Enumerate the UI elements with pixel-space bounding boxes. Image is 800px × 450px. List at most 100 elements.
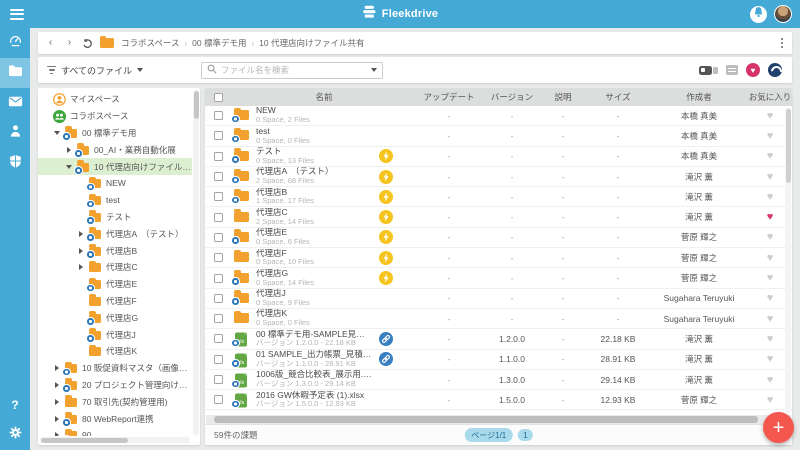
favorite-heart-icon[interactable]: ♥ xyxy=(767,374,774,386)
tree-item[interactable]: 代理店E xyxy=(38,276,192,293)
tree-item[interactable]: 代理店J xyxy=(38,326,192,343)
list-view-icon[interactable] xyxy=(726,65,738,75)
table-row[interactable]: 代理店F0 Space, 10 Files----菅原 輝之♥ xyxy=(205,248,792,268)
favorites-filter-icon[interactable]: ♥ xyxy=(746,63,760,77)
tree-item[interactable]: 90 … xyxy=(38,427,192,436)
row-checkbox[interactable] xyxy=(214,111,223,120)
rail-item-users[interactable] xyxy=(0,118,30,148)
item-name[interactable]: 代理店G xyxy=(256,269,373,279)
row-checkbox[interactable] xyxy=(214,131,223,140)
favorite-heart-icon[interactable]: ♥ xyxy=(767,313,774,325)
favorite-heart-icon[interactable]: ♥ xyxy=(767,292,774,304)
rail-item-mail[interactable] xyxy=(0,88,30,118)
file-filter-dropdown[interactable]: すべてのファイル xyxy=(47,64,143,77)
table-row[interactable]: 代理店B1 Space, 17 Files----滝沢 薫♥ xyxy=(205,187,792,207)
table-row[interactable]: test0 Space, 0 Files----本橋 真美♥ xyxy=(205,126,792,146)
favorite-heart-icon[interactable]: ♥ xyxy=(767,110,774,122)
favorite-heart-icon[interactable]: ♥ xyxy=(767,353,774,365)
tree-item[interactable]: test xyxy=(38,192,192,209)
favorite-heart-icon[interactable]: ♥ xyxy=(767,150,774,162)
item-name[interactable]: 00 標準デモ用-SAMPLE見積書.xlsx xyxy=(256,330,373,340)
item-name[interactable]: 代理店J xyxy=(256,289,373,299)
rail-item-settings[interactable] xyxy=(0,420,30,450)
add-button[interactable]: + xyxy=(763,412,794,443)
item-name[interactable]: テスト xyxy=(256,147,373,157)
page-number-button[interactable]: 1 xyxy=(518,429,532,441)
row-checkbox[interactable] xyxy=(214,395,223,404)
row-checkbox[interactable] xyxy=(214,355,223,364)
table-row[interactable]: 代理店C2 Space, 14 Files----滝沢 薫♥ xyxy=(205,207,792,227)
row-checkbox[interactable] xyxy=(214,192,223,201)
rail-item-help[interactable]: ? xyxy=(0,390,30,420)
table-horizontal-scrollbar[interactable] xyxy=(206,415,791,424)
table-row[interactable]: 代理店G0 Space, 14 Files----菅原 輝之♥ xyxy=(205,268,792,288)
card-view-toggle-icon[interactable] xyxy=(699,66,719,75)
breadcrumb-segment[interactable]: 00 標準デモ用 xyxy=(192,37,246,49)
table-row[interactable]: 代理店K0 Space, 0 Files----Sugahara Teruyuk… xyxy=(205,309,792,329)
chevron-right-icon[interactable] xyxy=(53,399,61,405)
item-name[interactable]: 2016 GW休暇予定表 (1).xlsx xyxy=(256,391,373,401)
favorite-heart-icon[interactable]: ♥ xyxy=(767,130,774,142)
table-row[interactable]: xls01 SAMPLE_出力帳票_見積書.xlsxバージョン 1.1.0.0 … xyxy=(205,350,792,370)
app-circle-icon[interactable] xyxy=(768,63,782,77)
row-checkbox[interactable] xyxy=(214,294,223,303)
row-checkbox[interactable] xyxy=(214,233,223,242)
breadcrumb-segment[interactable]: コラボスペース xyxy=(121,37,179,49)
refresh-icon[interactable] xyxy=(82,38,93,49)
row-checkbox[interactable] xyxy=(214,152,223,161)
tree-item[interactable]: テスト xyxy=(38,209,192,226)
column-header-update[interactable]: アップデート xyxy=(414,91,484,103)
favorite-heart-icon[interactable]: ♥ xyxy=(767,171,774,183)
column-header-version[interactable]: バージョン xyxy=(484,91,540,103)
breadcrumb-segment[interactable]: 10 代理店向けファイル共有 xyxy=(259,37,364,49)
item-name[interactable]: 代理店C xyxy=(256,208,373,218)
table-row[interactable]: NEW0 Space, 2 Files----本橋 真美♥ xyxy=(205,106,792,126)
table-row[interactable]: 代理店J0 Space, 9 Files----Sugahara Teruyuk… xyxy=(205,289,792,309)
chevron-down-icon[interactable] xyxy=(65,165,73,169)
rail-item-dashboard[interactable] xyxy=(0,28,30,58)
tree-vertical-scrollbar[interactable] xyxy=(193,90,199,435)
tree-item[interactable]: 00_AI・業務自動化展 xyxy=(38,141,192,158)
tree-item[interactable]: 代理店K xyxy=(38,343,192,360)
row-checkbox[interactable] xyxy=(214,172,223,181)
column-header-name[interactable]: 名前 xyxy=(231,91,414,103)
chevron-right-icon[interactable] xyxy=(53,365,61,371)
tree-item[interactable]: 10 販促資料マスタ（画像・動画） xyxy=(38,360,192,377)
favorite-heart-icon[interactable]: ♥ xyxy=(767,211,774,223)
more-options-icon[interactable] xyxy=(781,38,783,48)
chevron-right-icon[interactable] xyxy=(53,382,61,388)
favorite-heart-icon[interactable]: ♥ xyxy=(767,191,774,203)
favorite-heart-icon[interactable]: ♥ xyxy=(767,333,774,345)
favorite-heart-icon[interactable]: ♥ xyxy=(767,394,774,406)
item-name[interactable]: 代理店A （テスト） xyxy=(256,167,373,177)
select-all-checkbox[interactable] xyxy=(214,93,223,102)
tree-item[interactable]: 代理店A （テスト） xyxy=(38,225,192,242)
favorite-heart-icon[interactable]: ♥ xyxy=(767,231,774,243)
notifications-button[interactable] xyxy=(750,6,767,23)
chevron-down-icon[interactable] xyxy=(53,131,61,135)
row-checkbox[interactable] xyxy=(214,334,223,343)
item-name[interactable]: 1006版_競合比較表_展示用.xlsx xyxy=(256,370,373,380)
tree-item[interactable]: 代理店C xyxy=(38,259,192,276)
table-row[interactable]: xls1006版_競合比較表_展示用.xlsxバージョン 1.3.0.0 - 2… xyxy=(205,370,792,390)
item-name[interactable]: NEW xyxy=(256,106,373,116)
rail-item-security[interactable] xyxy=(0,148,30,178)
user-avatar[interactable] xyxy=(774,5,792,23)
search-dropdown-icon[interactable] xyxy=(371,68,377,72)
table-row[interactable]: 代理店A （テスト）2 Space, 68 Files----滝沢 薫♥ xyxy=(205,167,792,187)
search-box[interactable] xyxy=(201,62,383,79)
table-row[interactable]: テスト0 Space, 13 Files----本橋 真美♥ xyxy=(205,147,792,167)
tree-horizontal-scrollbar[interactable] xyxy=(40,437,190,443)
row-checkbox[interactable] xyxy=(214,375,223,384)
chevron-right-icon[interactable] xyxy=(53,432,61,436)
tree-item[interactable]: 代理店G xyxy=(38,309,192,326)
chevron-right-icon[interactable] xyxy=(77,264,85,270)
item-name[interactable]: 代理店K xyxy=(256,309,373,319)
tree-item[interactable]: 代理店F xyxy=(38,293,192,310)
row-checkbox[interactable] xyxy=(214,213,223,222)
favorite-heart-icon[interactable]: ♥ xyxy=(767,252,774,264)
chevron-right-icon[interactable] xyxy=(77,231,85,237)
tree-item[interactable]: 20 プロジェクト管理向けファイル共有 xyxy=(38,377,192,394)
item-name[interactable]: 代理店E xyxy=(256,228,373,238)
search-input[interactable] xyxy=(221,65,367,75)
